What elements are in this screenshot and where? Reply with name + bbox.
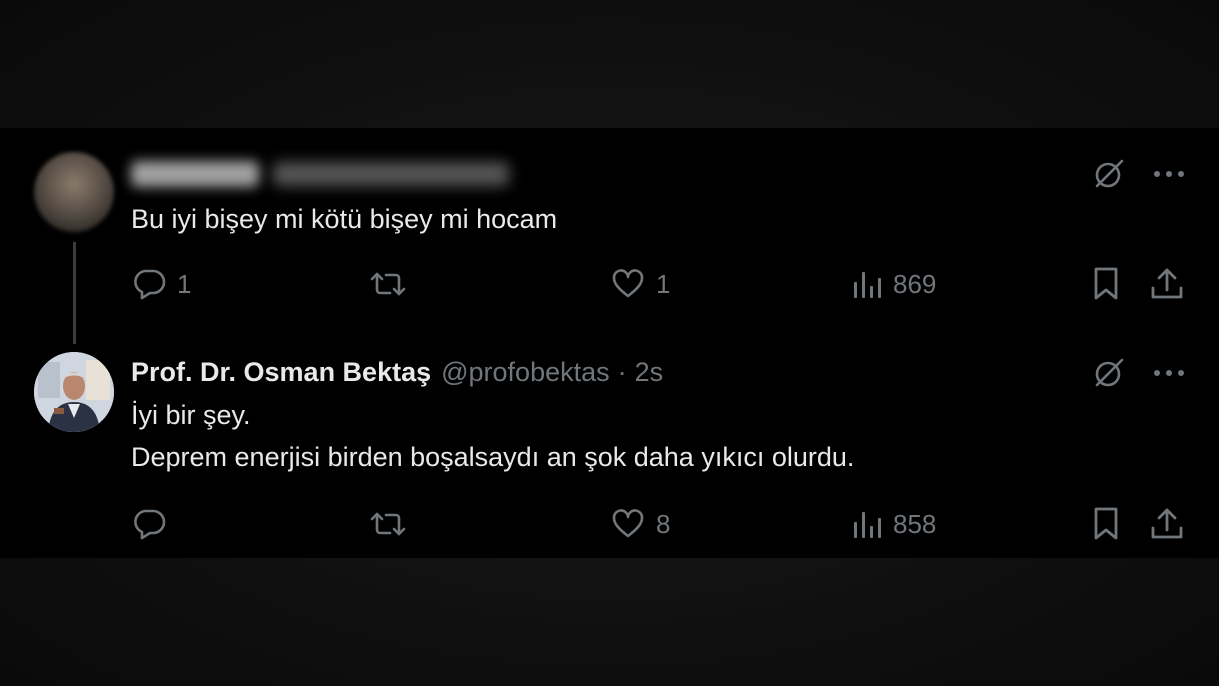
reply-count: 1 xyxy=(177,268,192,299)
more-icon[interactable] xyxy=(1151,355,1187,391)
share-button[interactable] xyxy=(1149,504,1185,544)
views-button[interactable]: 858 xyxy=(851,504,936,544)
like-count: 1 xyxy=(656,268,671,299)
reply-icon xyxy=(131,506,167,542)
tweet-answer: Prof. Dr. Osman Bektaş @profobektas · 2s xyxy=(0,328,1219,558)
tweet-reply: Bu iyi bişey mi kötü bişey mi hocam 1 1 … xyxy=(0,128,1219,344)
avatar-prof[interactable] xyxy=(34,352,114,432)
analytics-icon xyxy=(851,506,883,542)
views-count: 869 xyxy=(893,268,937,299)
tweet-text: Bu iyi bişey mi kötü bişey mi hocam xyxy=(131,204,558,234)
share-icon xyxy=(1149,266,1185,302)
separator-dot: · xyxy=(617,356,627,387)
more-icon[interactable] xyxy=(1151,156,1187,192)
tweet-top-actions xyxy=(1091,355,1187,391)
tweet-header xyxy=(131,158,509,190)
reply-button[interactable] xyxy=(131,504,177,544)
retweet-button[interactable] xyxy=(369,504,417,544)
like-button[interactable]: 8 xyxy=(610,504,670,544)
tweet-time[interactable]: 2s xyxy=(635,357,664,388)
author-handle[interactable]: @profobektas xyxy=(441,357,610,388)
blurred-handle xyxy=(273,162,509,186)
heart-icon xyxy=(610,266,646,302)
tweet-text: İyi bir şey. Deprem enerjisi birden boşa… xyxy=(131,394,854,478)
tweet-top-actions xyxy=(1091,156,1187,192)
grok-icon[interactable] xyxy=(1091,355,1127,391)
share-button[interactable] xyxy=(1149,264,1185,304)
retweet-icon xyxy=(369,506,407,542)
analytics-icon xyxy=(851,266,883,302)
tweet-action-bar: 1 1 869 xyxy=(131,264,1191,304)
reply-button[interactable]: 1 xyxy=(131,264,191,304)
reply-icon xyxy=(131,266,167,302)
like-count: 8 xyxy=(656,508,671,539)
tweet-text-line-2: Deprem enerjisi birden boşalsaydı an şok… xyxy=(131,442,855,472)
bookmark-button[interactable] xyxy=(1089,504,1123,544)
retweet-icon xyxy=(369,266,407,302)
avatar-blurred[interactable] xyxy=(34,152,114,232)
grok-icon[interactable] xyxy=(1091,156,1127,192)
views-button[interactable]: 869 xyxy=(851,264,936,304)
heart-icon xyxy=(610,506,646,542)
like-button[interactable]: 1 xyxy=(610,264,670,304)
views-count: 858 xyxy=(893,508,937,539)
bookmark-icon xyxy=(1089,266,1123,302)
bookmark-button[interactable] xyxy=(1089,264,1123,304)
tweet-text-line-1: İyi bir şey. xyxy=(131,400,251,430)
tweet-action-bar: 8 858 xyxy=(131,504,1191,544)
tweet-header: Prof. Dr. Osman Bektaş @profobektas · 2s xyxy=(131,356,663,388)
bookmark-icon xyxy=(1089,506,1123,542)
author-display-name[interactable]: Prof. Dr. Osman Bektaş xyxy=(131,357,431,388)
retweet-button[interactable] xyxy=(369,264,417,304)
share-icon xyxy=(1149,506,1185,542)
tweet-thread: Bu iyi bişey mi kötü bişey mi hocam 1 1 … xyxy=(0,128,1219,558)
blurred-display-name xyxy=(131,161,259,187)
